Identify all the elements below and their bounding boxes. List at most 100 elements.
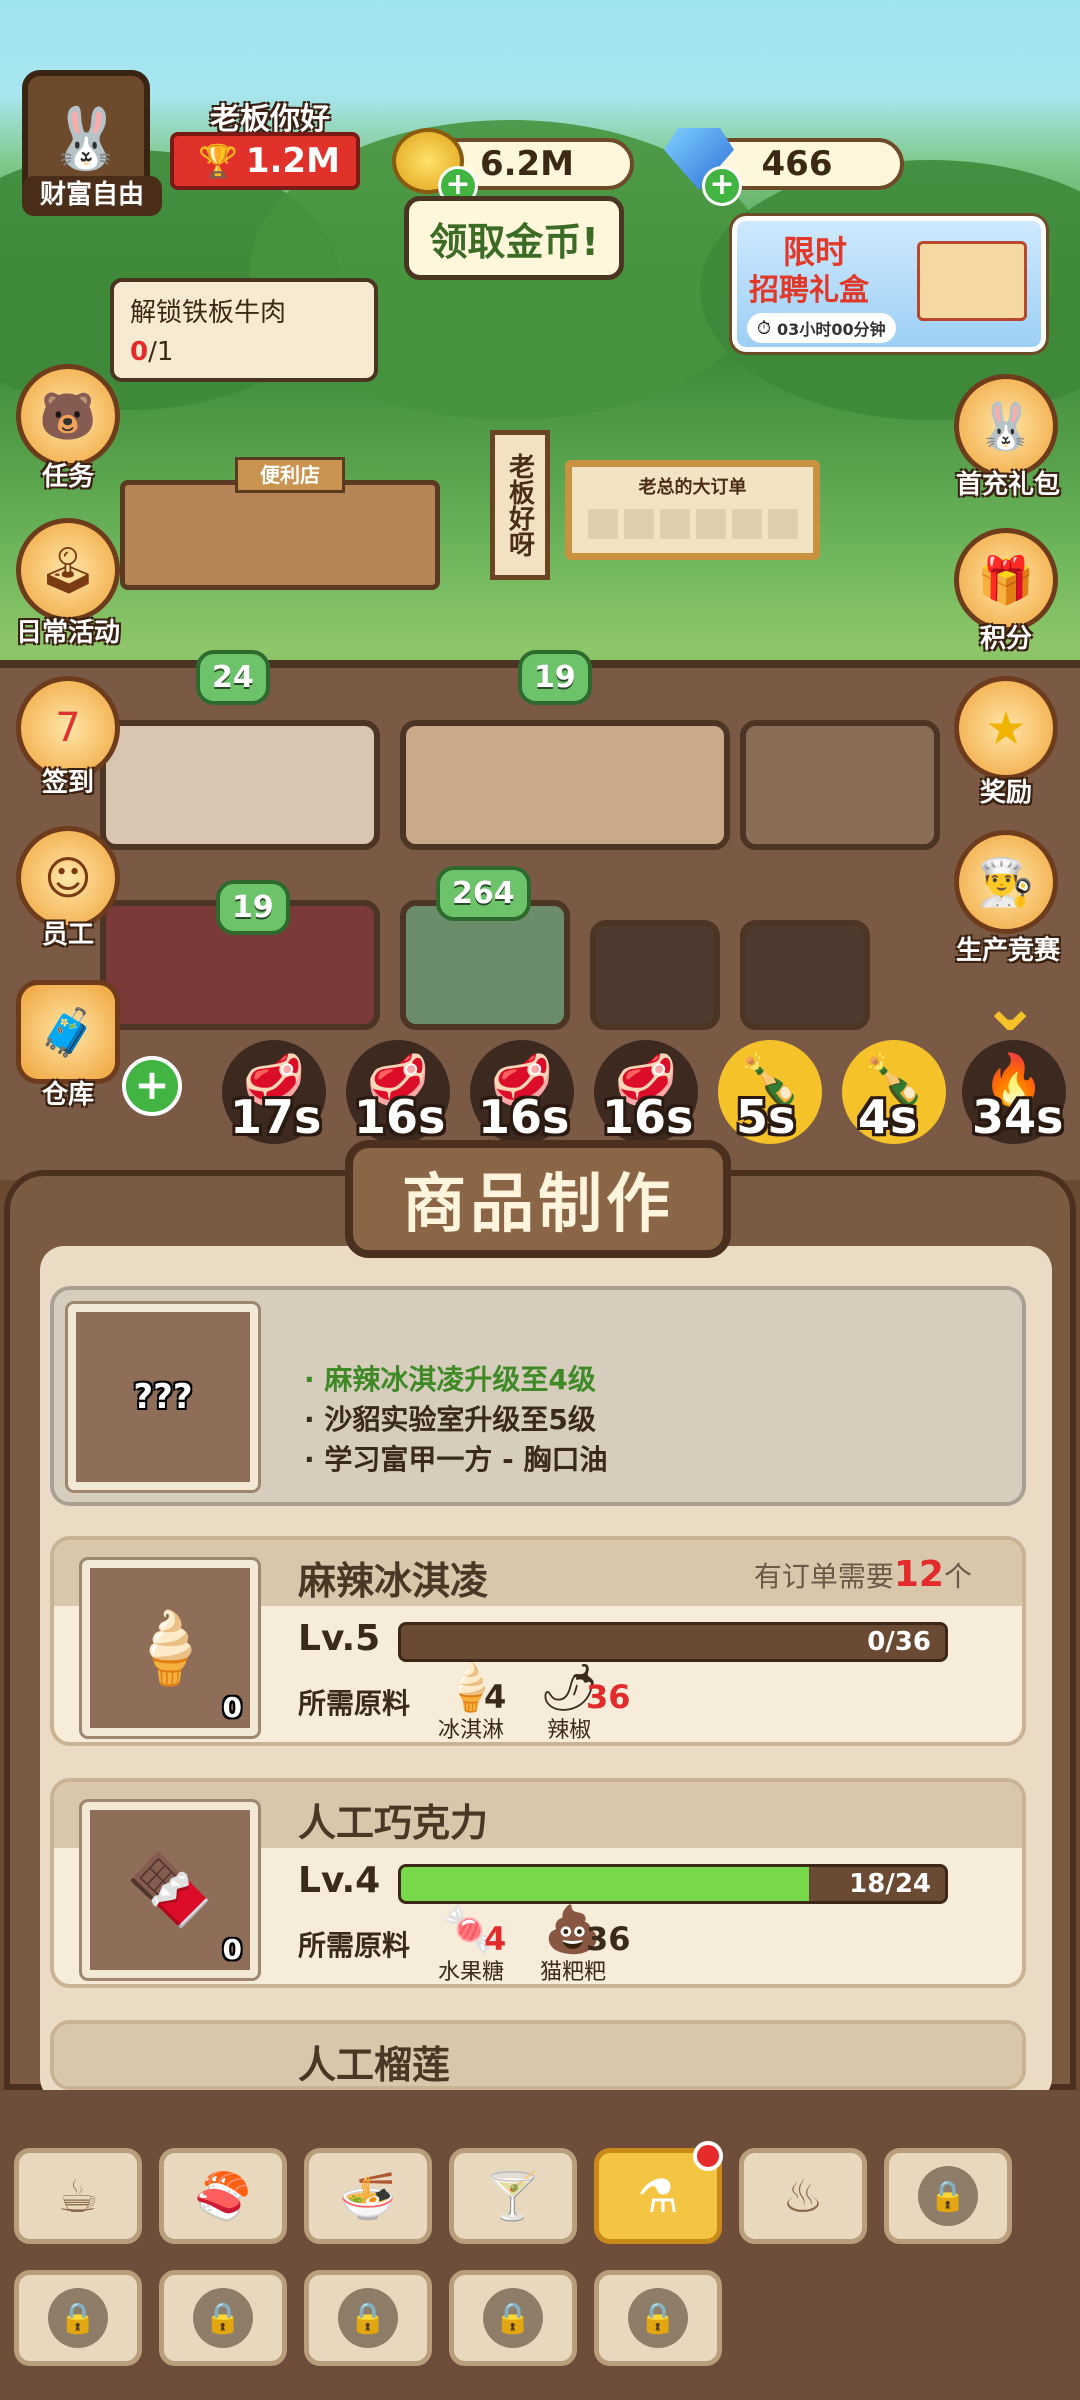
gem-value: 466 [761, 144, 833, 184]
star-medal-icon: ★ [985, 701, 1027, 755]
tab-locked[interactable]: 🔒 [884, 2148, 1012, 2244]
tab-noodles[interactable]: 🍜 [304, 2148, 432, 2244]
tasks-button[interactable]: 🐻 [16, 364, 120, 468]
order-demand: 有订单需要12个 [753, 1554, 972, 1595]
production-bubble[interactable]: 24 [196, 650, 270, 705]
quest-tooltip[interactable]: 解锁铁板牛肉 0/1 [110, 278, 378, 382]
gift-cards-icon [917, 241, 1027, 321]
chocolate-icon: 🍫 [126, 1848, 214, 1931]
production-bubble[interactable]: 264 [436, 866, 531, 921]
recruit-gift-promo[interactable]: 限时 招聘礼盒 ⏱ 03小时00分钟 [729, 213, 1049, 355]
ingredient-name: 辣椒 [547, 1718, 592, 1743]
tab-locked[interactable]: 🔒 [159, 2270, 287, 2366]
category-tab-bar: ☕ 🍣 🍜 🍸 ⚗ ♨ 🔒 🔒 🔒 🔒 🔒 🔒 [0, 2090, 1080, 2400]
points-label: 积分 [979, 624, 1032, 654]
tasks-label: 任务 [41, 462, 94, 492]
level-progress-text: 18/24 [849, 1869, 931, 1899]
product-thumb: 🍫 0 [79, 1799, 261, 1981]
first-charge-button[interactable]: 🐰 [954, 374, 1058, 478]
convenience-store[interactable]: 便利店 [120, 457, 440, 590]
tab-cocktail[interactable]: 🍸 [449, 2148, 577, 2244]
coffee-icon: ☕ [57, 2169, 99, 2223]
product-card[interactable]: 🍦 0 麻辣冰淇凌 有订单需要12个 Lv.5 0/36 所需原料 🍦 4 冰淇… [50, 1536, 1026, 1746]
tab-lab[interactable]: ⚗ [594, 2141, 723, 2244]
ingredient-amount: 4 [484, 1678, 507, 1716]
daily-activity-label: 日常活动 [15, 618, 120, 648]
ingredient: 💩 36 猫粑粑 [540, 1904, 631, 1986]
add-production-button[interactable]: + [122, 1056, 182, 1116]
add-gems-button[interactable]: + [702, 166, 742, 206]
office-room[interactable] [100, 720, 380, 850]
checkin-label: 签到 [41, 768, 94, 798]
notification-badge [693, 2141, 723, 2171]
production-bubble[interactable]: 19 [216, 880, 290, 935]
trophy-value: 1.2M [245, 141, 340, 181]
product-count: 0 [222, 1933, 242, 1966]
collect-coins-button[interactable]: 领取金币! [404, 196, 624, 280]
ingredients-label: 所需原料 [298, 1929, 411, 1962]
promo-timer: ⏱ 03小时00分钟 [747, 313, 896, 343]
product-thumb: 🍦 0 [79, 1557, 261, 1739]
chevron-down-icon[interactable]: ⌄ [962, 969, 1058, 1041]
game-screen: 便利店 老板好呀 老总的大订单 24 19 19 264 🐰 财富自由 老板你好… [0, 0, 1080, 2400]
panel-title-text: 商品制作 [402, 1168, 674, 1242]
requirement-item: · 沙貂实验室升级至5级 [304, 1403, 596, 1436]
stairs-room[interactable] [740, 720, 940, 850]
quest-title: 解锁铁板牛肉 [130, 298, 287, 328]
requirement-item: · 麻辣冰淇凌升级至4级 [304, 1363, 596, 1396]
trophy-icon: 🏆 [198, 142, 238, 180]
warehouse-button[interactable]: 🧳 [16, 980, 120, 1084]
locked-product-thumb: ??? [65, 1301, 261, 1493]
first-charge-icon: 🐰 [977, 398, 1035, 453]
daily-activity-button[interactable]: 🕹 [16, 518, 120, 622]
clock-icon: ⏱ [757, 317, 772, 339]
queue-time: 17s [230, 1090, 322, 1144]
tab-locked[interactable]: 🔒 [304, 2270, 432, 2366]
rewards-button[interactable]: ★ [954, 676, 1058, 780]
noodle-bowl-icon: 🍜 [339, 2168, 397, 2223]
promo-timer-text: 03小时00分钟 [777, 320, 886, 339]
warehouse-icon: 🧳 [39, 1004, 97, 1059]
ingredient-amount: 36 [586, 1920, 631, 1958]
lock-icon: 🔒 [193, 2288, 253, 2348]
coin-value: 6.2M [479, 144, 575, 184]
production-bubble[interactable]: 19 [518, 650, 592, 705]
tab-locked[interactable]: 🔒 [14, 2270, 142, 2366]
ingredient-amount: 36 [586, 1678, 631, 1716]
shop-sign: 便利店 [235, 457, 345, 493]
rabbit-avatar-icon: 🐰 [48, 103, 124, 174]
lock-icon: 🔒 [48, 2288, 108, 2348]
trophy-ribbon[interactable]: 🏆 1.2M [170, 132, 360, 190]
production-contest-label: 生产竞赛 [955, 936, 1060, 966]
locked-product-card[interactable]: ??? · 麻辣冰淇凌升级至4级 · 沙貂实验室升级至5级 · 学习富甲一方 -… [50, 1286, 1026, 1506]
ingredient-amount: 4 [484, 1920, 507, 1958]
quest-progress-total: /1 [148, 337, 174, 367]
product-card[interactable]: 🍫 0 人工巧克力 Lv.4 18/24 所需原料 🍬 4 水果糖 💩 36 猫… [50, 1778, 1026, 1988]
ingredient: 🌶 36 辣椒 [540, 1662, 631, 1744]
tab-locked[interactable]: 🔒 [449, 2270, 577, 2366]
queue-time: 16s [354, 1090, 446, 1144]
production-contest-button[interactable]: 👨‍🍳 [954, 830, 1058, 934]
empty-room[interactable] [740, 920, 870, 1030]
ingredient: 🍦 4 冰淇淋 [438, 1662, 507, 1744]
lock-icon: 🔒 [918, 2166, 978, 2226]
ingredient-name: 水果糖 [438, 1960, 505, 1985]
rewards-label: 奖励 [979, 778, 1032, 808]
ingredient-name: 猫粑粑 [540, 1960, 607, 1985]
queue-time: 4s [858, 1090, 918, 1144]
level-progress-fill [401, 1867, 809, 1901]
tab-sushi[interactable]: 🍣 [159, 2148, 287, 2244]
tab-bbq[interactable]: ♨ [739, 2148, 867, 2244]
product-card[interactable]: 人工榴莲 [50, 2020, 1026, 2090]
lock-icon: 🔒 [338, 2288, 398, 2348]
calendar-icon: 7 [55, 705, 81, 751]
product-name: 人工巧克力 [298, 1801, 489, 1845]
tab-locked[interactable]: 🔒 [594, 2270, 722, 2366]
card-header [54, 2024, 1022, 2086]
big-order-board[interactable]: 老总的大订单 [565, 460, 820, 560]
boss-icon: 🐻 [39, 388, 97, 443]
empty-room[interactable] [590, 920, 720, 1030]
tab-coffee[interactable]: ☕ [14, 2148, 142, 2244]
pumpkin-room[interactable] [400, 720, 730, 850]
points-button[interactable]: 🎁 [954, 528, 1058, 632]
